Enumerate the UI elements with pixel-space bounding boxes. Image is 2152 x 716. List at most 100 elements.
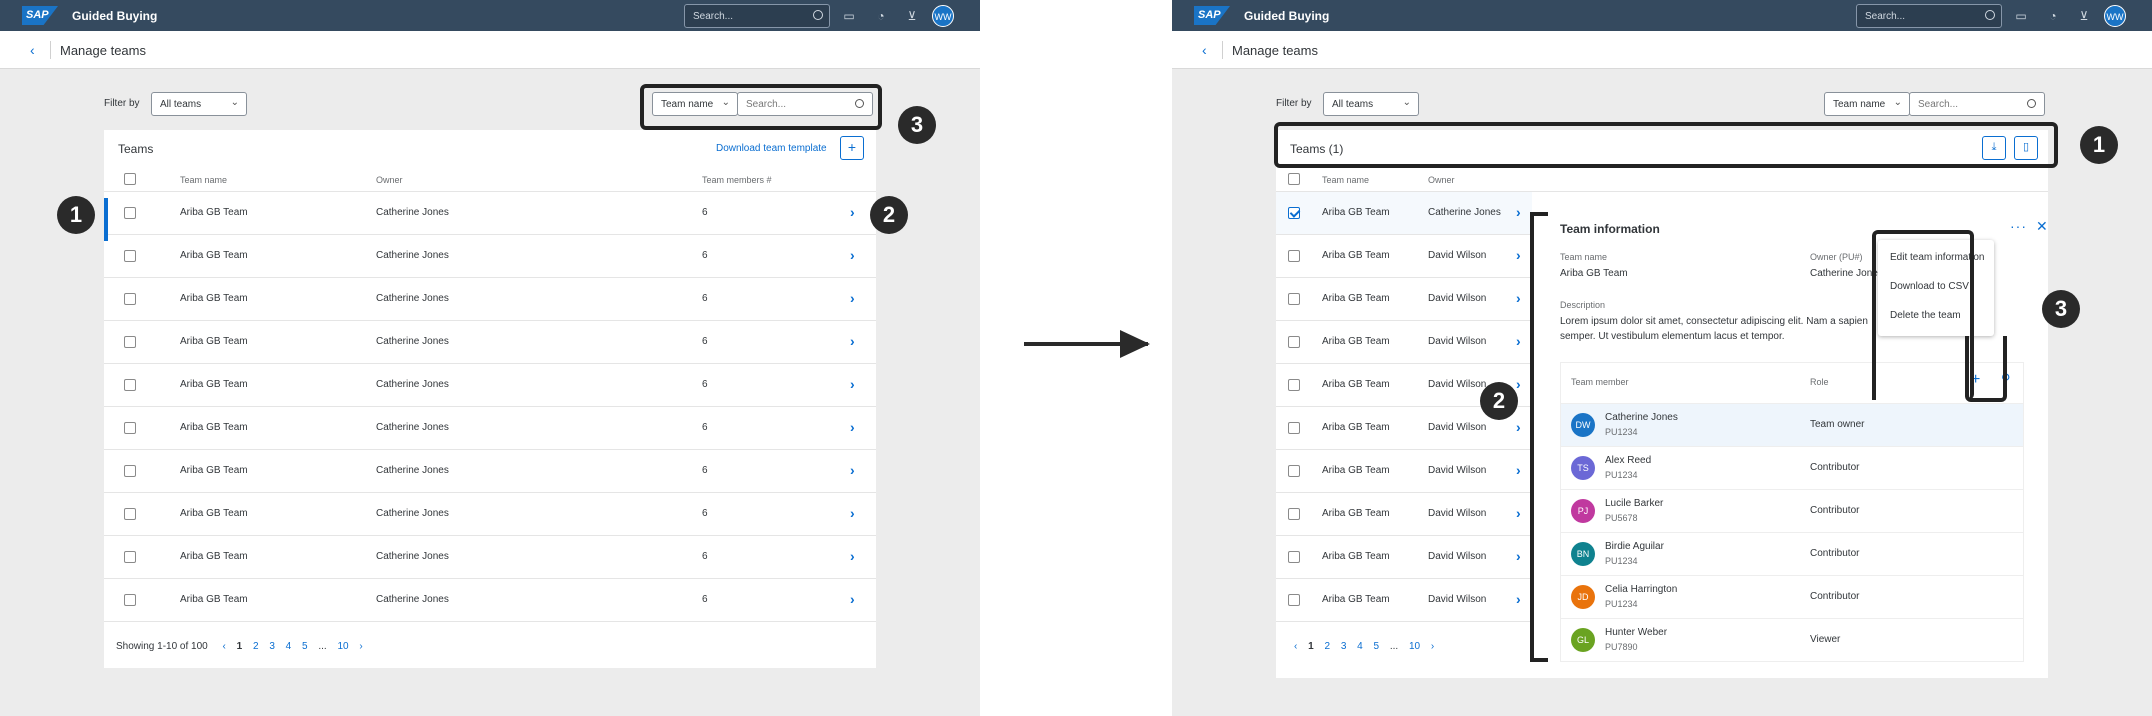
row-checkbox[interactable]	[1288, 336, 1300, 348]
page-link[interactable]: 1	[237, 641, 243, 652]
page-link[interactable]: 10	[337, 641, 348, 652]
row-checkbox[interactable]	[124, 422, 136, 434]
chevron-right-icon[interactable]: ›	[850, 462, 855, 478]
shell-search-input[interactable]: Search...	[1856, 4, 2002, 28]
close-icon[interactable]: ✕	[2036, 218, 2048, 235]
next-page-icon[interactable]: ›	[359, 641, 362, 652]
table-row[interactable]: Ariba GB Team Catherine Jones 6 ›	[104, 536, 876, 579]
shell-search-input[interactable]: Search...	[684, 4, 830, 28]
row-checkbox[interactable]	[124, 379, 136, 391]
row-checkbox[interactable]	[124, 594, 136, 606]
chevron-right-icon[interactable]: ›	[1516, 247, 1521, 263]
page-link[interactable]: 3	[1341, 641, 1347, 652]
table-row[interactable]: Ariba GB Team Catherine Jones 6 ›	[104, 364, 876, 407]
member-row[interactable]: PJ Lucile Barker PU5678 Contributor	[1561, 489, 2023, 532]
page-link[interactable]: 4	[1357, 641, 1363, 652]
filter-select[interactable]: All teams ⌄	[151, 92, 247, 116]
table-row[interactable]: Ariba GB Team Catherine Jones 6 ›	[104, 192, 876, 235]
chevron-right-icon[interactable]: ›	[1516, 290, 1521, 306]
chevron-right-icon[interactable]: ›	[850, 505, 855, 521]
row-checkbox[interactable]	[1288, 551, 1300, 563]
row-checkbox[interactable]	[124, 465, 136, 477]
page-link[interactable]: 5	[302, 641, 308, 652]
row-checkbox[interactable]	[1288, 207, 1300, 219]
chevron-right-icon[interactable]: ›	[1516, 591, 1521, 607]
member-row[interactable]: BN Birdie Aguilar PU1234 Contributor	[1561, 532, 2023, 575]
chat-icon[interactable]: ▭	[2014, 9, 2028, 23]
bell-icon[interactable]: ◔	[874, 9, 888, 23]
table-row[interactable]: Ariba GB Team David Wilson ›	[1276, 321, 1532, 364]
filter-select[interactable]: All teams ⌄	[1323, 92, 1419, 116]
download-template-link[interactable]: Download team template	[716, 143, 827, 154]
chevron-right-icon[interactable]: ›	[850, 419, 855, 435]
user-avatar[interactable]: WW	[2104, 5, 2126, 27]
chevron-right-icon[interactable]: ›	[1516, 204, 1521, 220]
row-checkbox[interactable]	[124, 250, 136, 262]
table-row[interactable]: Ariba GB Team Catherine Jones 6 ›	[104, 579, 876, 622]
back-icon[interactable]: ‹	[30, 42, 35, 58]
select-all-checkbox[interactable]	[1288, 173, 1300, 185]
chat-icon[interactable]: ▭	[842, 9, 856, 23]
row-checkbox[interactable]	[1288, 293, 1300, 305]
more-options-icon[interactable]: ···	[2010, 218, 2027, 234]
team-search-input[interactable]: Search...	[1909, 92, 2045, 116]
chevron-right-icon[interactable]: ›	[850, 591, 855, 607]
chevron-right-icon[interactable]: ›	[1516, 462, 1521, 478]
row-checkbox[interactable]	[124, 551, 136, 563]
prev-page-icon[interactable]: ‹	[1294, 641, 1297, 652]
chevron-right-icon[interactable]: ›	[1516, 548, 1521, 564]
row-checkbox[interactable]	[1288, 508, 1300, 520]
page-link[interactable]: 4	[286, 641, 292, 652]
table-row[interactable]: Ariba GB Team David Wilson ›	[1276, 450, 1532, 493]
cart-icon[interactable]: ⊻	[2077, 9, 2091, 23]
table-row[interactable]: Ariba GB Team David Wilson ›	[1276, 536, 1532, 579]
page-link[interactable]: 2	[253, 641, 259, 652]
page-link[interactable]: 5	[1374, 641, 1380, 652]
row-checkbox[interactable]	[124, 336, 136, 348]
table-row[interactable]: Ariba GB Team Catherine Jones 6 ›	[104, 493, 876, 536]
table-row[interactable]: Ariba GB Team David Wilson ›	[1276, 235, 1532, 278]
table-row[interactable]: Ariba GB Team Catherine Jones 6 ›	[104, 278, 876, 321]
row-checkbox[interactable]	[1288, 250, 1300, 262]
member-row[interactable]: JD Celia Harrington PU1234 Contributor	[1561, 575, 2023, 618]
row-checkbox[interactable]	[1288, 379, 1300, 391]
row-checkbox[interactable]	[1288, 594, 1300, 606]
chevron-right-icon[interactable]: ›	[850, 333, 855, 349]
table-row[interactable]: Ariba GB Team Catherine Jones 6 ›	[104, 450, 876, 493]
member-row[interactable]: GL Hunter Weber PU7890 Viewer	[1561, 618, 2023, 661]
row-checkbox[interactable]	[124, 508, 136, 520]
chevron-right-icon[interactable]: ›	[1516, 505, 1521, 521]
row-checkbox[interactable]	[124, 207, 136, 219]
table-row[interactable]: Ariba GB Team David Wilson ›	[1276, 278, 1532, 321]
table-row[interactable]: Ariba GB Team Catherine Jones 6 ›	[104, 321, 876, 364]
cart-icon[interactable]: ⊻	[905, 9, 919, 23]
member-row[interactable]: TS Alex Reed PU1234 Contributor	[1561, 446, 2023, 489]
user-avatar[interactable]: WW	[932, 5, 954, 27]
chevron-right-icon[interactable]: ›	[1516, 419, 1521, 435]
row-checkbox[interactable]	[124, 293, 136, 305]
chevron-right-icon[interactable]: ›	[850, 247, 855, 263]
row-checkbox[interactable]	[1288, 465, 1300, 477]
page-link[interactable]: 1	[1308, 641, 1314, 652]
sap-logo[interactable]: SAP	[22, 6, 58, 25]
chevron-right-icon[interactable]: ›	[850, 290, 855, 306]
table-row[interactable]: Ariba GB Team David Wilson ›	[1276, 579, 1532, 622]
table-row[interactable]: Ariba GB Team Catherine Jones ›	[1276, 192, 1532, 235]
table-row[interactable]: Ariba GB Team Catherine Jones 6 ›	[104, 407, 876, 450]
select-all-checkbox[interactable]	[124, 173, 136, 185]
bell-icon[interactable]: ◔	[2046, 9, 2060, 23]
prev-page-icon[interactable]: ‹	[223, 641, 226, 652]
search-field-select[interactable]: Team name ⌄	[1824, 92, 1910, 116]
chevron-right-icon[interactable]: ›	[850, 548, 855, 564]
page-link[interactable]: 10	[1409, 641, 1420, 652]
chevron-right-icon[interactable]: ›	[850, 204, 855, 220]
page-link[interactable]: 3	[269, 641, 275, 652]
back-icon[interactable]: ‹	[1202, 42, 1207, 58]
add-team-button[interactable]: +	[840, 136, 864, 160]
chevron-right-icon[interactable]: ›	[1516, 333, 1521, 349]
table-row[interactable]: Ariba GB Team Catherine Jones 6 ›	[104, 235, 876, 278]
chevron-right-icon[interactable]: ›	[850, 376, 855, 392]
member-row[interactable]: DW Catherine Jones PU1234 Team owner	[1561, 403, 2023, 446]
row-checkbox[interactable]	[1288, 422, 1300, 434]
page-link[interactable]: 2	[1324, 641, 1330, 652]
